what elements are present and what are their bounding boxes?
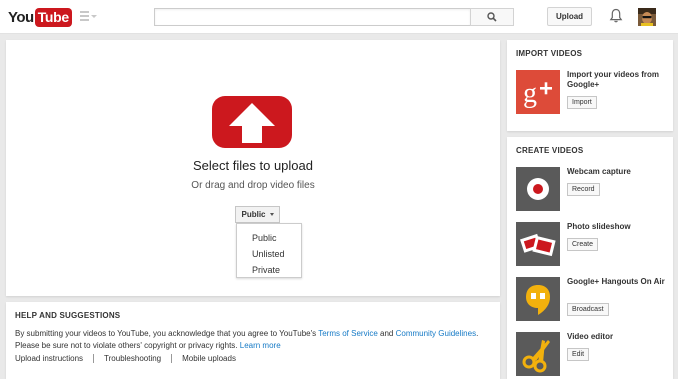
notifications-bell-icon[interactable] bbox=[609, 8, 623, 24]
search-input[interactable] bbox=[154, 8, 471, 26]
help-text: By submitting your videos to YouTube, yo… bbox=[15, 328, 495, 351]
import-item-title: Import your videos from Google+ bbox=[567, 70, 660, 89]
drag-drop-hint: Or drag and drop video files bbox=[191, 180, 315, 191]
broadcast-button[interactable]: Broadcast bbox=[567, 303, 609, 316]
upload-button[interactable]: Upload bbox=[547, 7, 592, 26]
terms-of-service-link[interactable]: Terms of Service bbox=[318, 329, 378, 338]
create-videos-panel: CREATE VIDEOS Webcam capture Record Phot… bbox=[507, 137, 673, 379]
upload-arrow-icon[interactable] bbox=[212, 96, 292, 148]
guide-menu-icon[interactable] bbox=[80, 11, 97, 23]
hangouts-icon bbox=[516, 277, 560, 321]
hangouts-title: Google+ Hangouts On Air bbox=[567, 277, 665, 286]
learn-more-link[interactable]: Learn more bbox=[240, 341, 281, 350]
community-guidelines-link[interactable]: Community Guidelines bbox=[396, 329, 476, 338]
video-editor-title: Video editor bbox=[567, 332, 614, 341]
google-plus-icon: g bbox=[516, 70, 560, 114]
svg-text:g: g bbox=[523, 78, 537, 109]
mobile-uploads-link[interactable]: Mobile uploads bbox=[171, 354, 246, 363]
privacy-menu: Public Unlisted Private bbox=[236, 223, 302, 278]
period-text: . bbox=[476, 329, 479, 338]
upload-panel: Select files to upload Or drag and drop … bbox=[6, 40, 500, 296]
privacy-selected-label: Public bbox=[241, 210, 266, 219]
scissors-icon bbox=[516, 332, 560, 376]
webcam-icon bbox=[516, 167, 560, 211]
masthead: You Tube Upload bbox=[0, 0, 678, 34]
webcam-capture-title: Webcam capture bbox=[567, 167, 631, 176]
search-icon bbox=[487, 12, 497, 22]
import-videos-panel: IMPORT VIDEOS g Import your videos from … bbox=[507, 40, 673, 131]
chevron-down-icon bbox=[269, 213, 274, 216]
slideshow-icon bbox=[516, 222, 560, 266]
search-button[interactable] bbox=[470, 8, 514, 26]
youtube-logo[interactable]: You Tube bbox=[8, 7, 72, 27]
logo-tube-text: Tube bbox=[34, 7, 72, 27]
help-panel: HELP AND SUGGESTIONS By submitting your … bbox=[6, 302, 500, 379]
record-button[interactable]: Record bbox=[567, 183, 600, 196]
import-button[interactable]: Import bbox=[567, 96, 597, 109]
import-title: IMPORT VIDEOS bbox=[516, 49, 583, 58]
troubleshooting-link[interactable]: Troubleshooting bbox=[93, 354, 171, 363]
terms-intro: By submitting your videos to YouTube, yo… bbox=[15, 329, 319, 338]
create-title: CREATE VIDEOS bbox=[516, 146, 584, 155]
avatar[interactable] bbox=[638, 8, 656, 26]
upload-instructions-link[interactable]: Upload instructions bbox=[15, 354, 93, 363]
create-slideshow-button[interactable]: Create bbox=[567, 238, 599, 251]
edit-button[interactable]: Edit bbox=[567, 348, 590, 361]
logo-you-text: You bbox=[8, 8, 34, 26]
help-title: HELP AND SUGGESTIONS bbox=[15, 311, 121, 320]
photo-slideshow-title: Photo slideshow bbox=[567, 222, 631, 231]
and-text: and bbox=[377, 329, 396, 338]
privacy-option-public[interactable]: Public bbox=[237, 230, 301, 246]
privacy-dropdown[interactable]: Public bbox=[235, 206, 280, 223]
privacy-option-private[interactable]: Private bbox=[237, 262, 301, 278]
copyright-text: Please be sure not to violate others' co… bbox=[15, 340, 240, 350]
avatar-image bbox=[638, 8, 656, 26]
privacy-option-unlisted[interactable]: Unlisted bbox=[237, 246, 301, 262]
help-links: Upload instructions Troubleshooting Mobi… bbox=[15, 354, 246, 363]
select-files-title[interactable]: Select files to upload bbox=[6, 158, 500, 173]
